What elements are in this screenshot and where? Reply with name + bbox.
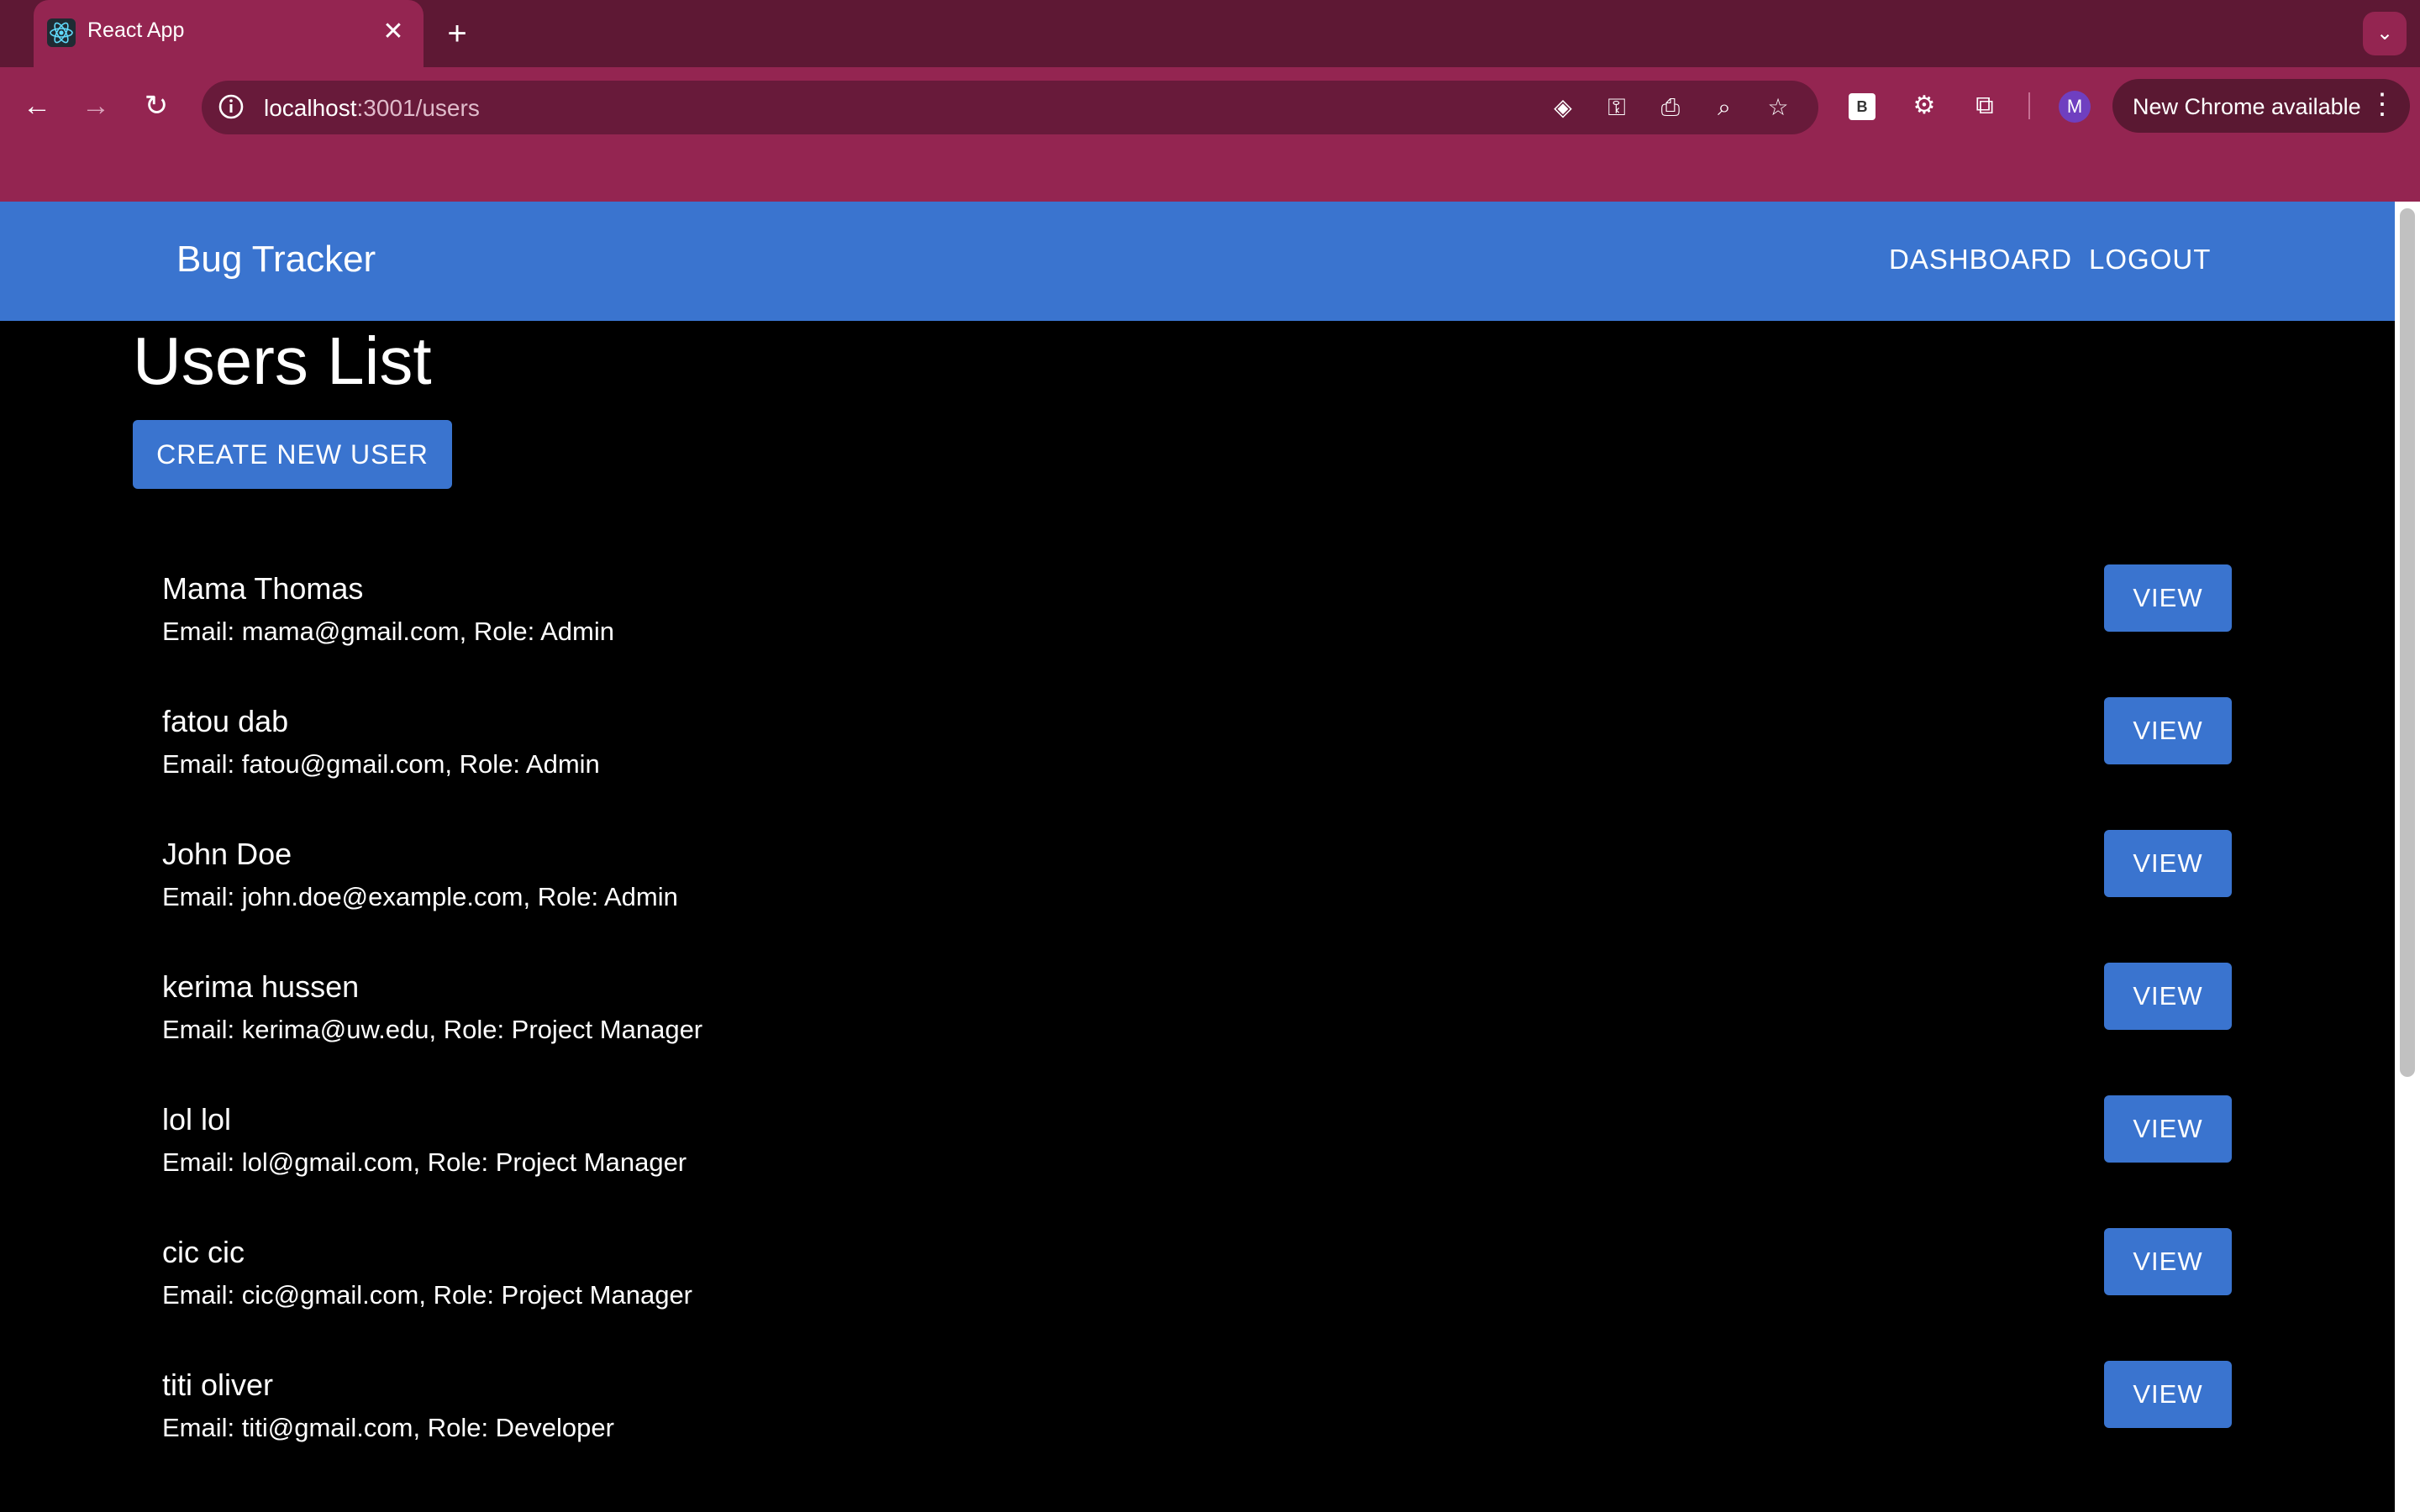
toolbar-divider bbox=[2028, 92, 2030, 119]
react-favicon-icon bbox=[47, 18, 76, 47]
plus-icon[interactable]: + bbox=[439, 15, 476, 52]
list-item: John Doe Email: john.doe@example.com, Ro… bbox=[0, 830, 2395, 969]
list-item: fatou dab Email: fatou@gmail.com, Role: … bbox=[0, 697, 2395, 837]
chevron-down-icon[interactable]: ⌄ bbox=[2363, 12, 2407, 55]
view-user-button[interactable]: VIEW bbox=[2104, 564, 2232, 632]
list-item: kerima hussen Email: kerima@uw.edu, Role… bbox=[0, 963, 2395, 1102]
avatar[interactable]: M bbox=[2059, 91, 2091, 123]
user-detail: Email: cic@gmail.com, Role: Project Mana… bbox=[162, 1280, 693, 1310]
eye-off-icon[interactable]: ◈ bbox=[1548, 92, 1578, 123]
user-detail: Email: lol@gmail.com, Role: Project Mana… bbox=[162, 1147, 687, 1177]
nav-logout[interactable]: LOGOUT bbox=[2089, 244, 2211, 276]
install-icon[interactable]: ⎙ bbox=[1655, 92, 1686, 123]
browser-tab[interactable]: React App ✕ bbox=[34, 0, 424, 67]
tab-title: React App bbox=[87, 18, 185, 42]
create-user-button[interactable]: CREATE NEW USER bbox=[133, 420, 452, 489]
reload-icon[interactable]: ↻ bbox=[134, 84, 178, 128]
close-icon[interactable]: ✕ bbox=[376, 15, 410, 49]
list-item: Mama Thomas Email: mama@gmail.com, Role:… bbox=[0, 564, 2395, 704]
user-name: Mama Thomas bbox=[162, 571, 364, 606]
forward-arrow-icon[interactable]: → bbox=[74, 84, 118, 128]
page-title: Users List bbox=[133, 323, 432, 398]
chrome-update-button[interactable]: New Chrome available ⋮ bbox=[2112, 79, 2410, 133]
url-text[interactable]: localhost:3001/users bbox=[264, 95, 480, 122]
info-icon[interactable] bbox=[217, 92, 245, 121]
app-brand[interactable]: Bug Tracker bbox=[176, 239, 376, 281]
user-name: fatou dab bbox=[162, 704, 289, 738]
app-header: Bug Tracker DASHBOARD LOGOUT bbox=[0, 202, 2395, 321]
list-item: titi oliver Email: titi@gmail.com, Role:… bbox=[0, 1361, 2395, 1500]
more-vert-icon[interactable]: ⋮ bbox=[2368, 87, 2396, 121]
view-user-button[interactable]: VIEW bbox=[2104, 830, 2232, 897]
zoom-icon[interactable]: ⌕ bbox=[1709, 92, 1739, 123]
address-bar[interactable]: localhost:3001/users ◈ ⚿ ⎙ ⌕ ☆ bbox=[202, 81, 1818, 134]
user-name: lol lol bbox=[162, 1102, 232, 1137]
scrollbar-thumb[interactable] bbox=[2400, 208, 2415, 1077]
user-detail: Email: mama@gmail.com, Role: Admin bbox=[162, 617, 614, 646]
star-icon[interactable]: ☆ bbox=[1763, 92, 1793, 123]
back-arrow-icon[interactable]: ← bbox=[15, 84, 59, 128]
list-item: lol lol Email: lol@gmail.com, Role: Proj… bbox=[0, 1095, 2395, 1235]
user-name: kerima hussen bbox=[162, 969, 360, 1004]
extension-b-icon[interactable]: B bbox=[1840, 84, 1884, 128]
list-item: cic cic Email: cic@gmail.com, Role: Proj… bbox=[0, 1228, 2395, 1368]
view-user-button[interactable]: VIEW bbox=[2104, 697, 2232, 764]
gear-icon[interactable]: ⚙ bbox=[1902, 84, 1946, 128]
view-user-button[interactable]: VIEW bbox=[2104, 1228, 2232, 1295]
browser-toolbar: ← → ↻ localhost:3001/users ◈ ⚿ ⎙ ⌕ ☆ B ⚙… bbox=[0, 67, 2420, 202]
user-detail: Email: john.doe@example.com, Role: Admin bbox=[162, 882, 678, 911]
user-detail: Email: fatou@gmail.com, Role: Admin bbox=[162, 749, 600, 779]
view-user-button[interactable]: VIEW bbox=[2104, 963, 2232, 1030]
key-icon[interactable]: ⚿ bbox=[1602, 92, 1632, 123]
user-detail: Email: titi@gmail.com, Role: Developer bbox=[162, 1413, 614, 1442]
update-label: New Chrome available bbox=[2133, 94, 2361, 119]
user-name: cic cic bbox=[162, 1235, 245, 1269]
user-name: John Doe bbox=[162, 837, 292, 871]
user-detail: Email: kerima@uw.edu, Role: Project Mana… bbox=[162, 1015, 703, 1044]
puzzle-icon[interactable]: ⧉ bbox=[1963, 84, 2007, 128]
user-name: titi oliver bbox=[162, 1368, 274, 1402]
view-user-button[interactable]: VIEW bbox=[2104, 1095, 2232, 1163]
browser-tab-strip: React App ✕ + ⌄ bbox=[0, 0, 2420, 67]
nav-dashboard[interactable]: DASHBOARD bbox=[1889, 244, 2072, 276]
view-user-button[interactable]: VIEW bbox=[2104, 1361, 2232, 1428]
